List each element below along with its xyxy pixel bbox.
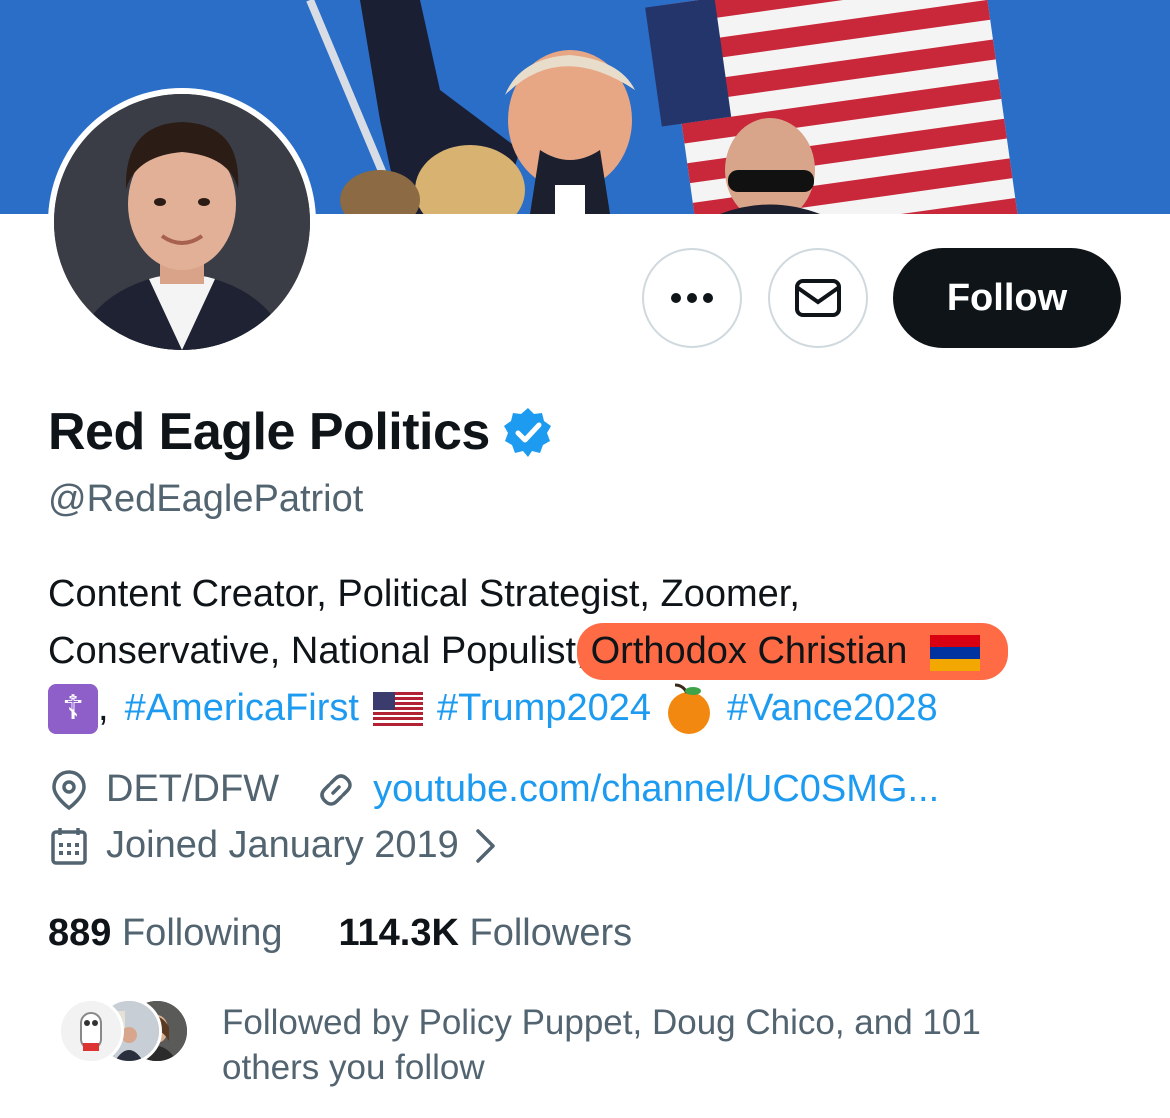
more-icon: [671, 293, 713, 303]
bio-line-2-text: Conservative, National Populist,: [48, 630, 587, 672]
bio: Content Creator, Political Strategist, Z…: [48, 566, 1128, 737]
verified-badge-icon[interactable]: [502, 406, 554, 458]
bio-line-2: Conservative, National Populist, Orthodo…: [48, 623, 1128, 680]
orthodox-cross-icon: ☦: [48, 683, 98, 734]
bio-highlight: Orthodox Christian: [576, 623, 1008, 680]
follow-stats: 889 Following 114.3K Followers: [48, 912, 632, 955]
handle: @RedEaglePatriot: [48, 478, 364, 520]
followed-by-line-1: Followed by Policy Puppet, Doug Chico, a…: [222, 1003, 981, 1042]
hashtag-americafirst[interactable]: #AmericaFirst: [125, 680, 359, 737]
bio-line-3: ☦ , #AmericaFirst #Trump2024 #Vance2028: [48, 680, 1128, 737]
hashtag-vance2028[interactable]: #Vance2028: [727, 680, 938, 737]
bio-highlight-text: Orthodox Christian: [590, 630, 908, 672]
following-stat[interactable]: 889 Following: [48, 912, 283, 955]
calendar-icon: [51, 827, 87, 865]
following-count: 889: [48, 912, 112, 954]
joined-text: Joined January 2019: [106, 824, 459, 866]
location-text: DET/DFW: [106, 768, 280, 810]
hashtag-trump2024[interactable]: #Trump2024: [437, 680, 651, 737]
followers-stat[interactable]: 114.3K Followers: [339, 912, 633, 955]
orange-icon: [667, 683, 710, 734]
link-icon: [320, 773, 352, 806]
avatar-image: [54, 94, 310, 350]
profile-meta-row-2[interactable]: Joined January 2019: [48, 824, 499, 867]
display-name-text: Red Eagle Politics: [48, 403, 490, 461]
followed-by-text[interactable]: Followed by Policy Puppet, Doug Chico, a…: [222, 1000, 1122, 1090]
us-flag-icon: [372, 691, 423, 726]
bio-separator: ,: [98, 687, 109, 729]
profile-avatar[interactable]: [48, 88, 316, 356]
puppet-avatar-image: [61, 1001, 121, 1061]
location-icon: [52, 769, 86, 810]
chevron-right-icon: [476, 828, 495, 863]
mail-icon: [795, 279, 841, 317]
more-options-button[interactable]: [642, 248, 742, 348]
profile-url-link[interactable]: youtube.com/channel/UC0SMG...: [373, 768, 939, 811]
following-label: Following: [121, 912, 283, 954]
message-button[interactable]: [768, 248, 868, 348]
followers-label: Followers: [469, 912, 633, 954]
profile-meta-row-1: DET/DFW youtube.com/channel/UC0SMG...: [48, 768, 939, 811]
followed-by-line-2: others you follow: [222, 1048, 485, 1087]
follow-button[interactable]: Follow: [893, 248, 1121, 348]
follower-avatar-1[interactable]: [58, 998, 124, 1064]
armenia-flag-icon: [929, 634, 980, 671]
display-name: Red Eagle Politics: [48, 402, 554, 462]
followers-count: 114.3K: [338, 912, 459, 954]
bio-line-1: Content Creator, Political Strategist, Z…: [48, 573, 800, 615]
